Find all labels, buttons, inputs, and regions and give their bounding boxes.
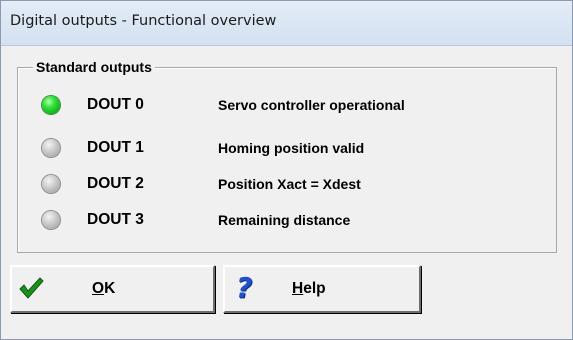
output-description: Position Xact = Xdest bbox=[218, 176, 361, 192]
output-row-dout1: DOUT 1 Homing position valid bbox=[1, 137, 572, 161]
group-label: Standard outputs bbox=[33, 59, 155, 75]
help-button[interactable]: ? Help bbox=[223, 265, 421, 313]
led-indicator-icon bbox=[42, 139, 60, 157]
output-name: DOUT 1 bbox=[87, 139, 144, 156]
dialog-window: Digital outputs - Functional overview St… bbox=[0, 0, 573, 340]
output-name: DOUT 0 bbox=[87, 96, 144, 113]
output-row-dout3: DOUT 3 Remaining distance bbox=[1, 209, 572, 233]
output-description: Servo controller operational bbox=[218, 97, 405, 113]
output-description: Homing position valid bbox=[218, 140, 365, 156]
output-description: Remaining distance bbox=[218, 212, 351, 228]
output-row-dout0: DOUT 0 Servo controller operational bbox=[1, 94, 572, 118]
led-indicator-icon bbox=[42, 175, 60, 193]
led-indicator-icon bbox=[42, 211, 60, 229]
window-title: Digital outputs - Functional overview bbox=[10, 13, 277, 29]
output-row-dout2: DOUT 2 Position Xact = Xdest bbox=[1, 173, 572, 197]
question-mark-icon: ? bbox=[236, 271, 253, 304]
checkmark-icon bbox=[19, 277, 44, 299]
title-bar[interactable]: Digital outputs - Functional overview bbox=[1, 1, 572, 46]
ok-button[interactable]: OK bbox=[10, 265, 215, 313]
ok-button-label: OK bbox=[92, 280, 116, 297]
output-name: DOUT 2 bbox=[87, 175, 144, 192]
output-name: DOUT 3 bbox=[87, 211, 144, 228]
led-indicator-icon bbox=[42, 96, 60, 114]
help-button-label: Help bbox=[292, 280, 326, 297]
